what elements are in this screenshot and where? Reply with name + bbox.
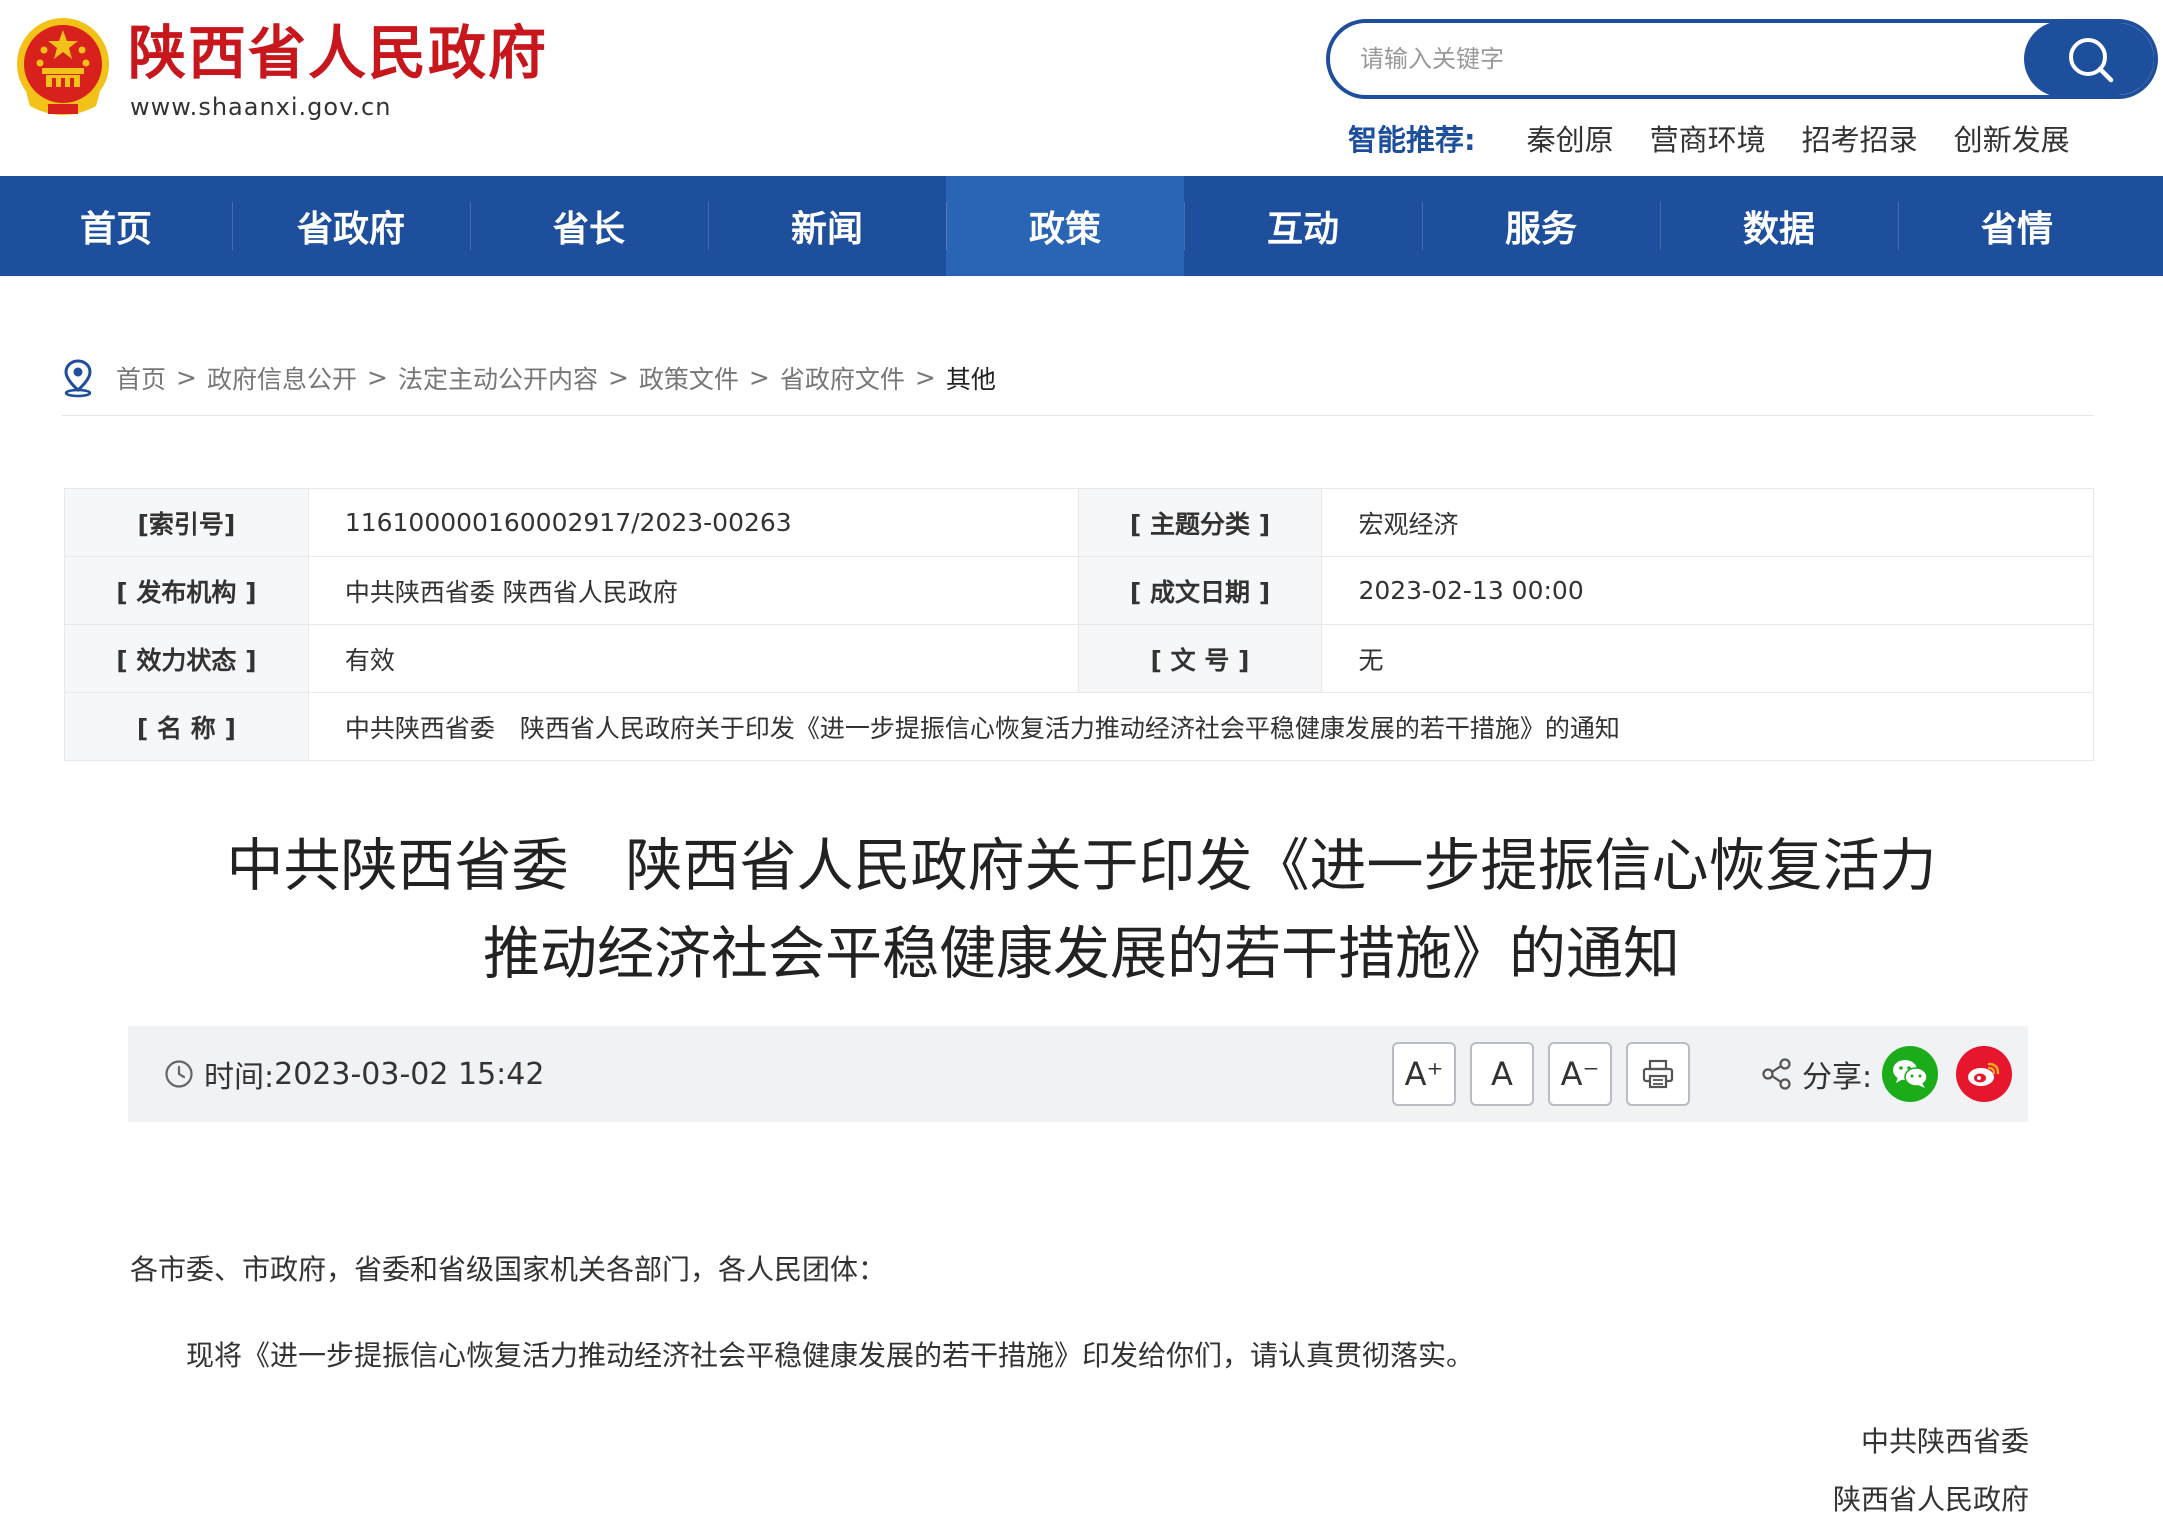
- national-emblem-logo[interactable]: [12, 14, 115, 122]
- share-weibo-button[interactable]: [1956, 1046, 2012, 1102]
- location-pin-icon: [64, 358, 92, 397]
- share-area: 分享:: [1760, 1026, 1872, 1122]
- nav-item-policy[interactable]: 政策: [946, 176, 1184, 276]
- site-url: www.shaanxi.gov.cn: [130, 93, 392, 121]
- document-title: 中共陕西省委 陕西省人民政府关于印发《进一步提振信心恢复活力 推动经济社会平稳健…: [100, 822, 2063, 998]
- font-reset-button[interactable]: A: [1470, 1042, 1534, 1106]
- body-paragraph: 现将《进一步提振信心恢复活力推动经济社会平稳健康发展的若干措施》印发给你们，请认…: [186, 1339, 1475, 1372]
- publish-time: 时间: 2023-03-02 15:42: [164, 1026, 544, 1122]
- time-value: 2023-03-02 15:42: [274, 1056, 545, 1092]
- time-label: 时间:: [204, 1060, 275, 1095]
- breadcrumb-home[interactable]: 首页: [116, 360, 166, 396]
- nav-item-provincial-government[interactable]: 省政府: [232, 176, 470, 276]
- table-row: [ 名 称 ] 中共陕西省委 陕西省人民政府关于印发《进一步提振信心恢复活力推动…: [64, 692, 2095, 761]
- document-name-value: 中共陕西省委 陕西省人民政府关于印发《进一步提振信心恢复活力推动经济社会平稳健康…: [307, 692, 2095, 761]
- nav-item-data[interactable]: 数据: [1660, 176, 1898, 276]
- site-name[interactable]: 陕西省人民政府: [128, 18, 548, 88]
- signature-party-committee: 中共陕西省委: [1860, 1425, 2029, 1458]
- table-row: [ 效力状态 ] 有效 [ 文 号 ] 无: [64, 624, 2094, 693]
- breadcrumb-separator: >: [607, 363, 629, 392]
- recommend-link-business-environment[interactable]: 营商环境: [1650, 117, 1766, 159]
- nav-item-home[interactable]: 首页: [0, 176, 232, 276]
- issuer-label: [ 发布机构 ]: [64, 556, 309, 625]
- index-number-value: 11610000016000291​7/2023-00263: [307, 488, 1079, 557]
- share-label: 分享:: [1802, 1060, 1873, 1095]
- print-button[interactable]: [1626, 1042, 1690, 1106]
- table-row: [ 发布机构 ] 中共陕西省委 陕西省人民政府 [ 成文日期 ] 2023-02…: [64, 556, 2094, 625]
- printer-icon: [1642, 1059, 1674, 1089]
- validity-status-label: [ 效力状态 ]: [64, 624, 309, 693]
- table-row: [索引号] 11610000016000291​7/2023-00263 [ 主…: [64, 488, 2094, 557]
- breadcrumb-separator: >: [176, 363, 197, 392]
- recommend-label: 智能推荐:: [1348, 123, 1476, 157]
- nav-item-services[interactable]: 服务: [1422, 176, 1660, 276]
- font-increase-button[interactable]: A⁺: [1392, 1042, 1456, 1106]
- share-icon: [1762, 1058, 1791, 1090]
- font-decrease-button[interactable]: A⁻: [1548, 1042, 1612, 1106]
- document-number-label: [ 文 号 ]: [1077, 624, 1323, 693]
- clock-icon: [165, 1060, 193, 1088]
- breadcrumb-statutory-disclosure[interactable]: 法定主动公开内容: [398, 360, 598, 396]
- breadcrumb-separator: >: [366, 363, 388, 392]
- document-title-line-1: 中共陕西省委 陕西省人民政府关于印发《进一步提振信心恢复活力: [226, 833, 1937, 899]
- nav-item-province-info[interactable]: 省情: [1898, 176, 2136, 276]
- breadcrumb-separator: >: [748, 363, 770, 392]
- breadcrumb-current: 其他: [945, 364, 996, 394]
- salutation: 各市委、市政府，省委和省级国家机关各部门，各人民团体：: [130, 1253, 887, 1286]
- nav-item-governor[interactable]: 省长: [470, 176, 708, 276]
- written-date-label: [ 成文日期 ]: [1077, 556, 1323, 625]
- document-title-line-2: 推动经济社会平稳健康发展的若干措施》的通知: [483, 921, 1680, 987]
- recommend-link-qinchuangyuan[interactable]: 秦创原: [1527, 117, 1614, 159]
- nav-item-news[interactable]: 新闻: [708, 176, 946, 276]
- topic-category-label: [ 主题分类 ]: [1077, 488, 1323, 557]
- main-nav: 首页 省政府 省长 新闻 政策 互动 服务 数据 省情: [0, 176, 2163, 276]
- smart-recommend: 智能推荐: 秦创原 营商环境 招考招录 创新发展: [1348, 118, 2083, 158]
- issuer-value: 中共陕西省委 陕西省人民政府: [307, 556, 1079, 625]
- written-date-value: 2023-02-13 00:00: [1321, 556, 2094, 625]
- article-toolbar: 时间: 2023-03-02 15:42 A⁺ A A⁻ 分享:: [128, 1026, 2028, 1122]
- validity-status-value: 有效: [307, 624, 1079, 693]
- share-wechat-button[interactable]: [1882, 1046, 1938, 1102]
- nav-item-interaction[interactable]: 互动: [1184, 176, 1422, 276]
- wechat-icon: [1893, 1060, 1928, 1088]
- recommend-link-recruitment[interactable]: 招考招录: [1802, 117, 1918, 159]
- breadcrumb-policy-documents[interactable]: 政策文件: [639, 360, 739, 396]
- search-box: [1326, 19, 2158, 99]
- search-icon: [2069, 38, 2114, 83]
- weibo-icon: [1968, 1062, 2000, 1086]
- topic-category-value: 宏观经济: [1321, 488, 2094, 557]
- search-input[interactable]: [1360, 23, 2000, 95]
- breadcrumb-gov-info-disclosure[interactable]: 政府信息公开: [207, 360, 357, 396]
- recommend-link-innovation[interactable]: 创新发展: [1954, 117, 2070, 159]
- signature-provincial-government: 陕西省人民政府: [1832, 1483, 2029, 1516]
- breadcrumb-provincial-documents[interactable]: 省政府文件: [780, 360, 905, 396]
- site-header: 陕西省人民政府 www.shaanxi.gov.cn 智能推荐: 秦创原 营商环…: [0, 0, 2163, 176]
- document-name-label: [ 名 称 ]: [64, 692, 309, 761]
- breadcrumb: 首页 > 政府信息公开 > 法定主动公开内容 > 政策文件 > 省政府文件 > …: [62, 358, 2094, 416]
- document-number-value: 无: [1321, 624, 2094, 693]
- breadcrumb-separator: >: [914, 363, 936, 392]
- index-number-label: [索引号]: [64, 488, 309, 557]
- document-info-table: [索引号] 11610000016000291​7/2023-00263 [ 主…: [64, 488, 2095, 761]
- search-button[interactable]: [2024, 23, 2154, 95]
